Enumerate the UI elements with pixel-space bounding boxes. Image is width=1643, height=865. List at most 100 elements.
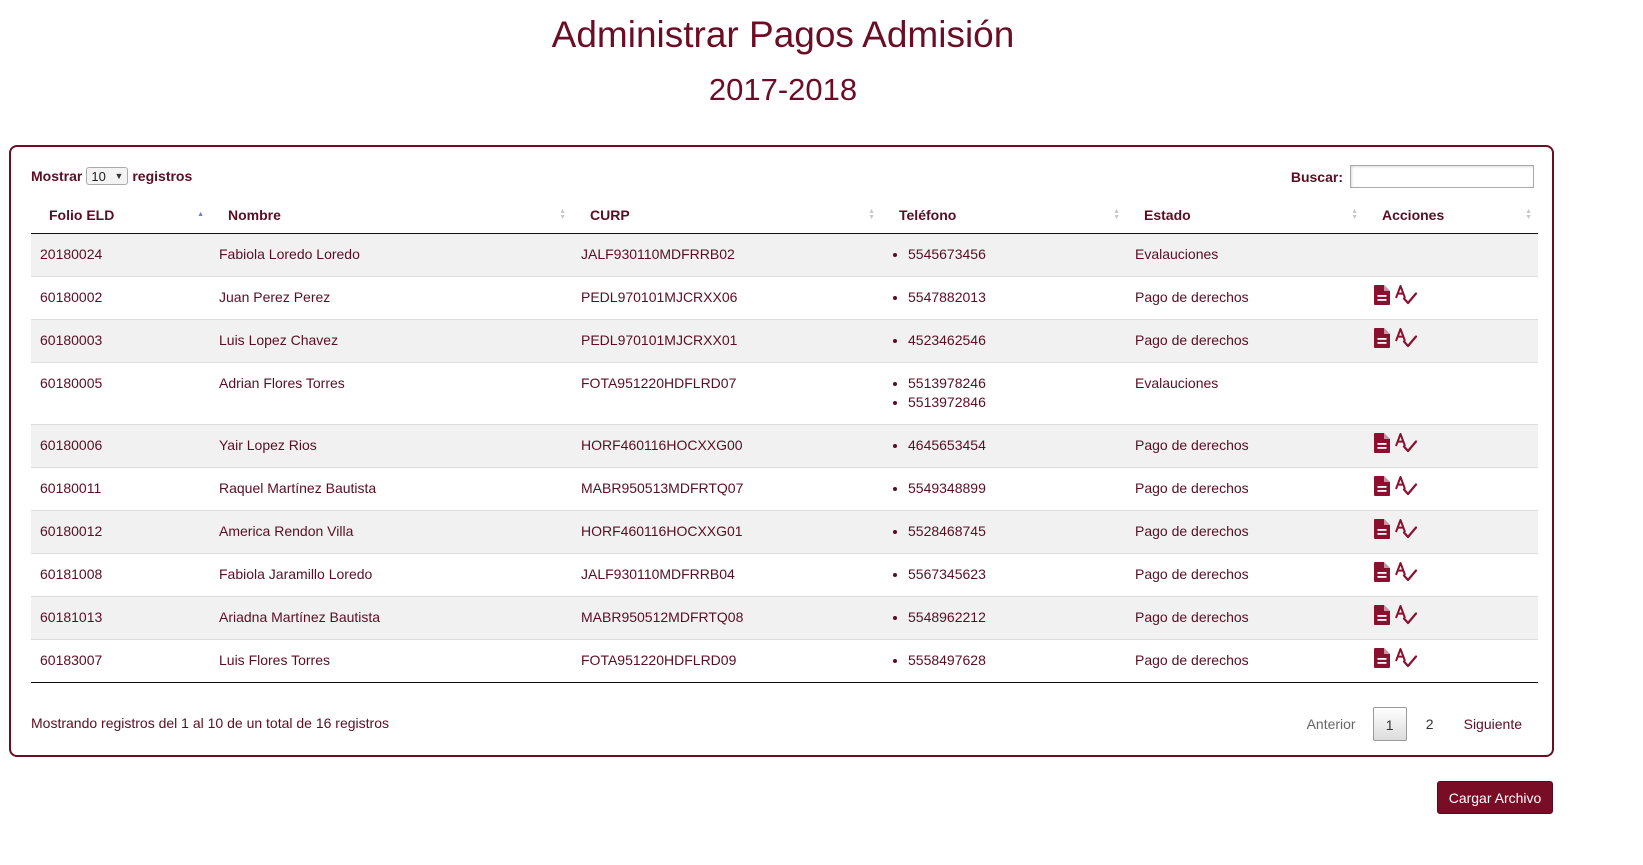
- sort-arrows-icon: ▲▼: [1113, 207, 1120, 221]
- column-header-label: Folio ELD: [49, 206, 115, 223]
- column-header[interactable]: Acciones ▲ ▼: [1364, 197, 1538, 234]
- actions-cell: [1364, 595, 1538, 639]
- name-cell: Raquel Martínez Bautista: [210, 466, 572, 510]
- column-header[interactable]: Folio ELD ▲▼: [31, 197, 210, 234]
- status-cell: Pago de derechos: [1126, 275, 1364, 319]
- name-cell: Luis Lopez Chavez: [210, 318, 572, 362]
- phones-cell: 4523462546: [881, 318, 1126, 362]
- document-icon[interactable]: [1373, 518, 1391, 539]
- page-title: Administrar Pagos Admisión: [551, 14, 1015, 55]
- table-row: 60180006 Yair Lopez Rios HORF460116HOCXXG0…: [31, 423, 1538, 467]
- column-header-label: Estado: [1144, 206, 1191, 223]
- curp-cell: MABR950512MDFRTQ08: [572, 595, 881, 639]
- spellcheck-icon[interactable]: [1395, 561, 1417, 582]
- actions-cell: [1364, 638, 1538, 683]
- actions-cell: [1364, 423, 1538, 467]
- search-label: Buscar:: [1290, 168, 1343, 185]
- spellcheck-icon[interactable]: [1395, 284, 1417, 305]
- folio-cell: 20180024: [40, 245, 103, 262]
- spellcheck-icon[interactable]: [1395, 475, 1417, 496]
- actions-cell: [1364, 275, 1538, 319]
- document-icon[interactable]: [1373, 604, 1391, 625]
- curp-cell: FOTA951220HDFLRD07: [572, 361, 881, 424]
- page-number-button[interactable]: 2: [1413, 707, 1447, 741]
- phones-cell: 5548962212: [881, 595, 1126, 639]
- phone-item: 5558497628: [908, 651, 1117, 670]
- name-cell: America Rendon Villa: [210, 509, 572, 553]
- curp-cell: JALF930110MDFRRB02: [581, 245, 735, 262]
- next-page-button[interactable]: Siguiente: [1450, 707, 1536, 741]
- actions-cell: [1364, 233, 1538, 276]
- column-header[interactable]: Estado ▲ ▼: [1126, 197, 1364, 234]
- spellcheck-icon[interactable]: [1395, 604, 1417, 625]
- status-cell: Pago de derechos: [1126, 318, 1364, 362]
- sort-arrows-icon: ▲▼: [559, 207, 566, 221]
- phone-item: 5513978246: [908, 374, 1117, 393]
- curp-cell: FOTA951220HDFLRD09: [572, 638, 881, 683]
- column-header[interactable]: Nombre ▲ ▼: [210, 197, 572, 234]
- page-subtitle: 2017-2018: [708, 72, 858, 107]
- show-prefix-label: Mostrar: [31, 168, 83, 184]
- spellcheck-icon[interactable]: [1395, 327, 1417, 348]
- curp-cell: JALF930110MDFRRB04: [572, 552, 881, 596]
- spellcheck-icon[interactable]: [1395, 518, 1417, 539]
- phone-item: 5548962212: [908, 608, 1117, 627]
- phones-cell: 5567345623: [881, 552, 1126, 596]
- phones-cell: 5528468745: [881, 509, 1126, 553]
- name-cell: Yair Lopez Rios: [210, 423, 572, 467]
- table-row: 60180003 Luis Lopez Chavez PEDL970101MJCRX…: [31, 318, 1538, 362]
- folio-cell: 60180003: [31, 318, 210, 362]
- search-input[interactable]: [1350, 165, 1534, 188]
- spellcheck-icon[interactable]: [1395, 647, 1417, 668]
- name-cell: Fabiola Loredo Loredo: [219, 245, 360, 262]
- curp-cell: HORF460116HOCXXG00: [572, 423, 881, 467]
- name-cell: Adrian Flores Torres: [210, 361, 572, 424]
- table-row: 20180024 Fabiola Loredo Loredo JALF930110M…: [31, 233, 1538, 276]
- table-row: 60181008 Fabiola Jaramillo Loredo JALF9301…: [31, 552, 1538, 596]
- column-header[interactable]: Teléfono ▲ ▼: [881, 197, 1126, 234]
- sort-arrows-icon: ▲▼: [868, 207, 875, 221]
- chevron-down-icon: ▼: [114, 171, 124, 181]
- phones-cell: 55139782465513972846: [881, 361, 1126, 424]
- document-icon[interactable]: [1373, 647, 1391, 668]
- table-row: 60180011 Raquel Martínez Bautista MABR9505…: [31, 466, 1538, 510]
- table-row: 60183007 Luis Flores Torres FOTA951220HDFL…: [31, 638, 1538, 683]
- page-length-select[interactable]: 10 ▼: [86, 167, 129, 185]
- previous-page-button[interactable]: Anterior: [1293, 707, 1370, 741]
- table-header-row: Folio ELD▲▼Nombre▲▼CURP▲▼Teléfono▲▼Estad…: [31, 197, 1538, 234]
- folio-cell: 60180005: [31, 361, 210, 424]
- document-icon[interactable]: [1373, 432, 1391, 453]
- status-cell: Pago de derechos: [1126, 423, 1364, 467]
- table-row: 60181013 Ariadna Martínez Bautista MABR950…: [31, 595, 1538, 639]
- sort-arrows-icon: ▲▼: [1351, 207, 1358, 221]
- document-icon[interactable]: [1373, 284, 1391, 305]
- actions-cell: [1364, 509, 1538, 553]
- status-cell: Pago de derechos: [1126, 509, 1364, 553]
- phones-cell: 5545673456: [881, 233, 1126, 276]
- upload-file-button[interactable]: Cargar Archivo: [1437, 781, 1553, 814]
- column-header-label: CURP: [590, 206, 630, 223]
- folio-cell: 60180002: [31, 275, 210, 319]
- name-cell: Luis Flores Torres: [210, 638, 572, 683]
- sort-arrows-icon: ▲▼: [197, 210, 204, 218]
- document-icon[interactable]: [1373, 327, 1391, 348]
- records-table: Folio ELD▲▼Nombre▲▼CURP▲▼Teléfono▲▼Estad…: [31, 197, 1538, 683]
- folio-cell: 60181013: [31, 595, 210, 639]
- folio-cell: 60180011: [31, 466, 210, 510]
- sort-arrows-icon: ▲▼: [1525, 207, 1532, 221]
- document-icon[interactable]: [1373, 475, 1391, 496]
- document-icon[interactable]: [1373, 561, 1391, 582]
- search-control: Buscar:: [1291, 165, 1534, 188]
- spellcheck-icon[interactable]: [1395, 432, 1417, 453]
- phone-item: 5545673456: [908, 245, 1117, 264]
- page-number-button[interactable]: 1: [1372, 707, 1407, 741]
- table-info: Mostrando registros del 1 al 10 de un to…: [31, 715, 389, 731]
- phone-item: 5547882013: [908, 288, 1117, 307]
- phones-cell: 5547882013: [881, 275, 1126, 319]
- phone-item: 4523462546: [908, 331, 1117, 350]
- folio-cell: 60181008: [31, 552, 210, 596]
- column-header[interactable]: CURP ▲ ▼: [572, 197, 881, 234]
- phone-item: 5528468745: [908, 522, 1117, 541]
- status-cell: Evalauciones: [1126, 361, 1364, 424]
- actions-cell: [1364, 361, 1538, 424]
